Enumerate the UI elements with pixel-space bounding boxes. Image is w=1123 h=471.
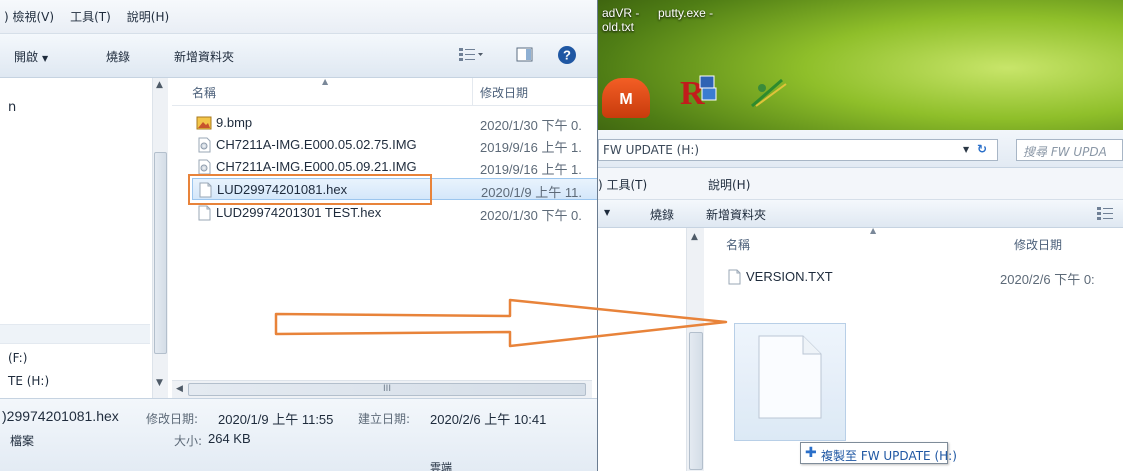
- file-name: CH7211A-IMG.E000.05.02.75.IMG: [216, 137, 417, 152]
- text-file-icon: [726, 269, 741, 285]
- plus-icon: ✚: [805, 445, 817, 461]
- file-date: 2019/9/16 上午 1.: [480, 140, 582, 155]
- nav-item-drive-h[interactable]: TE (H:): [8, 374, 49, 388]
- scroll-up-icon[interactable]: ▲: [156, 80, 163, 90]
- nav-item-drive-f[interactable]: (F:): [8, 351, 27, 365]
- desktop-label[interactable]: old.txt: [602, 20, 634, 34]
- command-bar: ▼ 燒錄 新增資料夾: [598, 200, 1123, 228]
- open-button[interactable]: 開啟 ▼: [14, 48, 48, 65]
- scroll-left-icon[interactable]: ◀: [176, 384, 183, 394]
- bitmap-file-icon: [196, 115, 212, 131]
- column-header-row: 名稱 ▲ 修改日期: [172, 77, 597, 106]
- address-text: FW UPDATE (H:): [603, 143, 700, 157]
- details-size-value: 264 KB: [208, 431, 251, 446]
- menu-bar: ) 工具(T) 說明(H): [598, 168, 1123, 200]
- new-folder-button[interactable]: 新增資料夾: [174, 48, 234, 65]
- selection-highlight-annotation: [188, 174, 432, 205]
- preview-pane-icon: [516, 47, 533, 62]
- menu-help[interactable]: 說明(H): [708, 176, 750, 193]
- menu-bar: ) 檢視(V) 工具(T) 說明(H): [0, 0, 597, 34]
- file-date: 2020/1/30 下午 0.: [480, 208, 582, 223]
- nav-scrollbar[interactable]: ▲ ▼: [152, 78, 168, 400]
- view-options-button[interactable]: [1096, 206, 1116, 223]
- disc-image-file-icon: [196, 137, 211, 153]
- help-button[interactable]: ?: [557, 45, 577, 68]
- file-row[interactable]: CH7211A-IMG.E000.05.02.75.IMG 2019/9/16 上…: [192, 134, 597, 156]
- menu-tools[interactable]: ) 工具(T): [598, 176, 647, 193]
- new-folder-button[interactable]: 新增資料夾: [706, 206, 766, 223]
- view-details-icon: [459, 48, 483, 61]
- menu-view[interactable]: ) 檢視(V): [4, 8, 54, 25]
- column-header-name[interactable]: 名稱: [726, 236, 750, 253]
- address-bar[interactable]: FW UPDATE (H:) ▼ ↻: [598, 139, 998, 161]
- horizontal-scrollbar[interactable]: ◀ III: [172, 380, 592, 398]
- search-input[interactable]: 搜尋 FW UPDA: [1016, 139, 1123, 161]
- details-type: 檔案: [10, 434, 35, 448]
- view-details-icon: [1097, 207, 1113, 220]
- file-date: 2019/9/16 上午 1.: [480, 162, 582, 177]
- file-date: 2020/2/6 下午 0:: [1000, 272, 1095, 287]
- cloud-app-icon[interactable]: M: [602, 78, 650, 118]
- search-placeholder: 搜尋 FW UPDA: [1023, 145, 1107, 159]
- file-name: LUD29974201301 TEST.hex: [216, 205, 382, 220]
- drag-arrow-annotation: [274, 298, 728, 348]
- burn-button[interactable]: 燒錄: [650, 206, 674, 223]
- file-name: CH7211A-IMG.E000.05.09.21.IMG: [216, 159, 417, 174]
- details-created-label: 建立日期:: [358, 412, 411, 426]
- chevron-down-icon: ▼: [42, 54, 49, 63]
- file-date: 2020/1/30 下午 0.: [480, 118, 582, 133]
- disc-image-file-icon: [196, 159, 211, 175]
- column-header-name[interactable]: 名稱: [192, 84, 216, 101]
- scroll-thumb-horizontal[interactable]: III: [188, 383, 586, 396]
- view-options-button[interactable]: [458, 46, 484, 65]
- drag-preview: [734, 323, 846, 441]
- command-bar: 開啟 ▼ 燒錄 新增資料夾 ?: [0, 34, 597, 78]
- file-name: 9.bmp: [216, 115, 253, 130]
- svg-text:?: ?: [563, 48, 571, 63]
- address-bar-area: FW UPDATE (H:) ▼ ↻ 搜尋 FW UPDA: [598, 130, 1123, 168]
- details-pane: )29974201081.hex 修改日期: 2020/1/9 上午 11:55…: [0, 398, 597, 471]
- registry-app-icon[interactable]: R: [680, 70, 720, 114]
- help-icon: ?: [558, 46, 576, 64]
- scroll-down-icon[interactable]: ▼: [156, 378, 163, 388]
- navigation-pane: n (F:) TE (H:): [0, 78, 152, 400]
- address-dropdown-icon[interactable]: ▼: [963, 145, 969, 154]
- document-icon: [758, 335, 822, 419]
- burn-button[interactable]: 燒錄: [106, 48, 130, 65]
- file-date: 2020/1/9 上午 11.: [481, 185, 582, 200]
- sort-ascending-icon: ▲: [322, 77, 329, 86]
- details-created-value: 2020/2/6 上午 10:41: [430, 412, 547, 427]
- menu-tools[interactable]: 工具(T): [70, 8, 111, 25]
- sort-ascending-icon: ▲: [870, 226, 877, 235]
- explorer-window-source: ) 檢視(V) 工具(T) 說明(H) 開啟 ▼ 燒錄 新增資料夾 ? n (F:…: [0, 0, 598, 471]
- nav-item[interactable]: n: [8, 100, 16, 115]
- file-row[interactable]: LUD29974201301 TEST.hex 2020/1/30 下午 0.: [192, 202, 597, 224]
- column-header-date[interactable]: 修改日期: [1014, 236, 1062, 253]
- details-size-label: 大小:: [174, 434, 203, 448]
- copy-tooltip: ✚ 複製至 FW UPDATE (H:): [800, 442, 957, 464]
- scroll-grip: III: [383, 384, 391, 394]
- copy-tooltip-text: 複製至 FW UPDATE (H:): [821, 449, 957, 463]
- file-row[interactable]: VERSION.TXT 2020/2/6 下午 0:: [722, 266, 1123, 288]
- details-filename: )29974201081.hex: [2, 408, 119, 424]
- details-modified-label: 修改日期:: [146, 412, 199, 426]
- nav-separator: [0, 324, 150, 344]
- file-name: VERSION.TXT: [746, 269, 833, 284]
- desktop-label[interactable]: putty.exe -: [658, 6, 713, 20]
- column-header-date[interactable]: 修改日期: [480, 84, 528, 101]
- preview-pane-button[interactable]: [516, 46, 534, 67]
- details-extra: 雲端: [430, 461, 452, 471]
- open-label: 開啟: [14, 50, 39, 64]
- menu-help[interactable]: 說明(H): [127, 8, 169, 25]
- desktop-label[interactable]: adVR -: [602, 6, 639, 20]
- refresh-icon[interactable]: ↻: [977, 142, 987, 156]
- scroll-up-icon[interactable]: ▲: [691, 232, 698, 242]
- tool-app-icon[interactable]: [748, 76, 788, 110]
- file-row[interactable]: 9.bmp 2020/1/30 下午 0.: [192, 112, 597, 134]
- hex-file-icon: [196, 205, 211, 221]
- scroll-thumb[interactable]: [154, 152, 167, 354]
- column-divider[interactable]: [472, 78, 473, 106]
- chevron-down-icon[interactable]: ▼: [604, 208, 610, 217]
- details-modified-value: 2020/1/9 上午 11:55: [218, 412, 334, 427]
